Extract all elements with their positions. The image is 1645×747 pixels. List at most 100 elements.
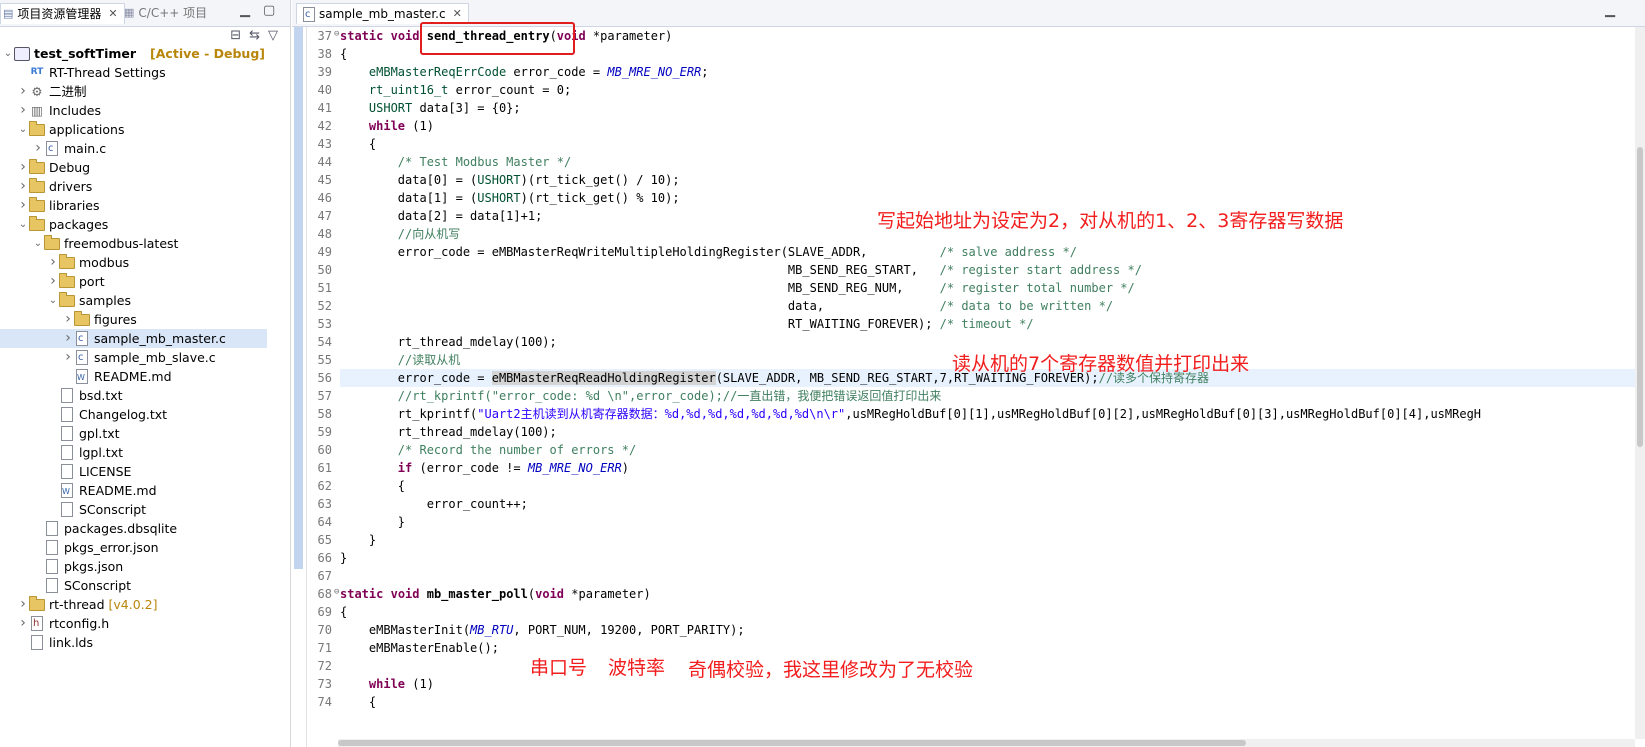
chevron-right-icon[interactable]: ›	[62, 329, 74, 348]
horizontal-scroll-thumb[interactable]	[338, 740, 1246, 746]
chevron-right-icon[interactable]: ›	[47, 253, 59, 272]
tree-item[interactable]: ⌄ applications	[0, 120, 124, 139]
tree-item[interactable]: › ▥ Includes	[0, 101, 101, 120]
tree-item[interactable]: pkgs_error.json	[0, 538, 159, 557]
tab-cpp-projects[interactable]: ▦ C/C++ 项目	[124, 3, 207, 23]
chevron-right-icon[interactable]: ›	[47, 272, 59, 291]
tree-item[interactable]: › modbus	[0, 253, 129, 272]
code-line[interactable]: RT_WAITING_FOREVER); /* timeout */	[340, 315, 1034, 333]
tree-item[interactable]: pkgs.json	[0, 557, 123, 576]
chevron-down-icon[interactable]: ⌄	[17, 120, 29, 139]
tree-item[interactable]: ⌄ freemodbus-latest	[0, 234, 178, 253]
chevron-right-icon[interactable]: ›	[17, 595, 29, 614]
horizontal-scrollbar[interactable]	[338, 739, 1635, 747]
chevron-right-icon[interactable]: ›	[17, 614, 29, 633]
tree-item[interactable]: › figures	[0, 310, 137, 329]
collapse-all-icon[interactable]: ⊟	[230, 28, 241, 43]
tree-item[interactable]: › rtconfig.h	[0, 614, 109, 633]
code-area[interactable]: static void send_thread_entry(void *para…	[340, 27, 1635, 739]
tree-item[interactable]: › port	[0, 272, 105, 291]
code-line[interactable]: }	[340, 549, 347, 567]
tree-item[interactable]: README.md	[0, 481, 157, 501]
code-line[interactable]: {	[340, 603, 347, 621]
tree-item[interactable]: › sample_mb_master.c	[0, 329, 267, 348]
code-line[interactable]: error_code = eMBMasterReqWriteMultipleHo…	[340, 243, 1077, 261]
view-menu-icon[interactable]: ▽	[268, 28, 278, 43]
tree-item[interactable]: › libraries	[0, 196, 100, 215]
tree-item[interactable]: SConscript	[0, 500, 146, 519]
code-line[interactable]: data[2] = data[1]+1;	[340, 207, 543, 225]
code-line[interactable]: if (error_code != MB_MRE_NO_ERR)	[340, 459, 629, 477]
tree-item[interactable]: ⌄ samples	[0, 291, 131, 310]
chevron-right-icon[interactable]: ›	[17, 196, 29, 215]
code-line[interactable]: while (1)	[340, 675, 434, 693]
chevron-right-icon[interactable]: ›	[17, 101, 29, 120]
tree-item[interactable]: Changelog.txt	[0, 405, 167, 424]
code-line[interactable]: rt_uint16_t error_count = 0;	[340, 81, 571, 99]
tree-item[interactable]: lgpl.txt	[0, 443, 123, 462]
code-line[interactable]: rt_thread_mdelay(100);	[340, 333, 557, 351]
code-line[interactable]: }	[340, 513, 405, 531]
code-line[interactable]: while (1)	[340, 117, 434, 135]
code-line[interactable]: {	[340, 693, 376, 711]
code-line[interactable]: error_count++;	[340, 495, 528, 513]
code-line[interactable]: rt_kprintf("Uart2主机读到从机寄存器数据：%d,%d,%d,%d…	[340, 405, 1481, 423]
link-with-editor-icon[interactable]: ⇆	[249, 28, 260, 43]
code-line[interactable]: static void mb_master_poll(void *paramet…	[340, 585, 651, 603]
code-line[interactable]: {	[340, 135, 376, 153]
code-line[interactable]: eMBMasterReqErrCode error_code = MB_MRE_…	[340, 63, 709, 81]
chevron-down-icon[interactable]: ⌄	[32, 234, 44, 253]
code-line[interactable]: /* Record the number of errors */	[340, 441, 636, 459]
fold-toggle-icon[interactable]: ⊖	[334, 587, 339, 597]
tree-item[interactable]: RT RT-Thread Settings	[0, 63, 166, 82]
code-line[interactable]: {	[340, 477, 405, 495]
maximize-icon[interactable]: ▢	[263, 3, 275, 18]
tree-item[interactable]: bsd.txt	[0, 386, 123, 405]
code-line[interactable]: {	[340, 45, 347, 63]
code-line[interactable]: }	[340, 531, 376, 549]
tree-item[interactable]: › main.c	[0, 139, 106, 158]
tab-project-explorer[interactable]: ▤ 项目资源管理器 ✕	[0, 3, 125, 24]
code-line[interactable]: eMBMasterEnable();	[340, 639, 499, 657]
tree-item[interactable]: gpl.txt	[0, 424, 120, 443]
tree-item[interactable]: README.md	[0, 367, 172, 387]
chevron-down-icon[interactable]: ⌄	[2, 44, 14, 63]
minimize-icon[interactable]: ▁	[240, 3, 250, 18]
chevron-right-icon[interactable]: ›	[17, 82, 29, 101]
tree-item[interactable]: SConscript	[0, 576, 131, 595]
tree-item[interactable]: ⌄ test_softTimer [Active - Debug]	[0, 44, 265, 63]
chevron-down-icon[interactable]: ⌄	[17, 215, 29, 234]
code-line[interactable]: //向从机写	[340, 225, 460, 243]
tree-item[interactable]: link.lds	[0, 633, 93, 652]
code-line[interactable]: MB_SEND_REG_START, /* register start add…	[340, 261, 1142, 279]
tree-item[interactable]: LICENSE	[0, 462, 131, 481]
close-icon[interactable]: ✕	[108, 4, 117, 24]
code-line[interactable]: rt_thread_mdelay(100);	[340, 423, 557, 441]
tree-item[interactable]: › drivers	[0, 177, 92, 196]
code-line[interactable]: //读取从机	[340, 351, 460, 369]
tree-item[interactable]: packages.dbsqlite	[0, 519, 177, 538]
chevron-right-icon[interactable]: ›	[32, 139, 44, 158]
tree-item[interactable]: › rt-thread [v4.0.2]	[0, 595, 158, 614]
close-icon[interactable]: ✕	[453, 4, 462, 24]
tree-item[interactable]: › Debug	[0, 158, 90, 177]
code-line[interactable]: USHORT data[3] = {0};	[340, 99, 521, 117]
chevron-down-icon[interactable]: ⌄	[47, 291, 59, 310]
code-line[interactable]: /* Test Modbus Master */	[340, 153, 571, 171]
code-line[interactable]: data[0] = (USHORT)(rt_tick_get() / 10);	[340, 171, 680, 189]
chevron-right-icon[interactable]: ›	[17, 177, 29, 196]
tree-item[interactable]: › sample_mb_slave.c	[0, 348, 215, 367]
minimize-icon[interactable]: ▁	[1605, 3, 1615, 18]
tree-item[interactable]: ⌄ packages	[0, 215, 108, 234]
vertical-scrollbar[interactable]	[1635, 27, 1645, 739]
code-line[interactable]: eMBMasterInit(MB_RTU, PORT_NUM, 19200, P…	[340, 621, 745, 639]
tab-sample-mb-master[interactable]: sample_mb_master.c ✕	[296, 3, 469, 25]
vertical-scroll-thumb[interactable]	[1637, 147, 1643, 447]
chevron-right-icon[interactable]: ›	[62, 310, 74, 329]
code-line[interactable]: data[1] = (USHORT)(rt_tick_get() % 10);	[340, 189, 680, 207]
tree-item[interactable]: › ⚙ 二进制	[0, 82, 86, 101]
code-line[interactable]: data, /* data to be written */	[340, 297, 1113, 315]
chevron-right-icon[interactable]: ›	[62, 348, 74, 367]
code-line[interactable]: MB_SEND_REG_NUM, /* register total numbe…	[340, 279, 1135, 297]
code-line[interactable]: //rt_kprintf("error_code: %d \n",error_c…	[340, 387, 942, 405]
